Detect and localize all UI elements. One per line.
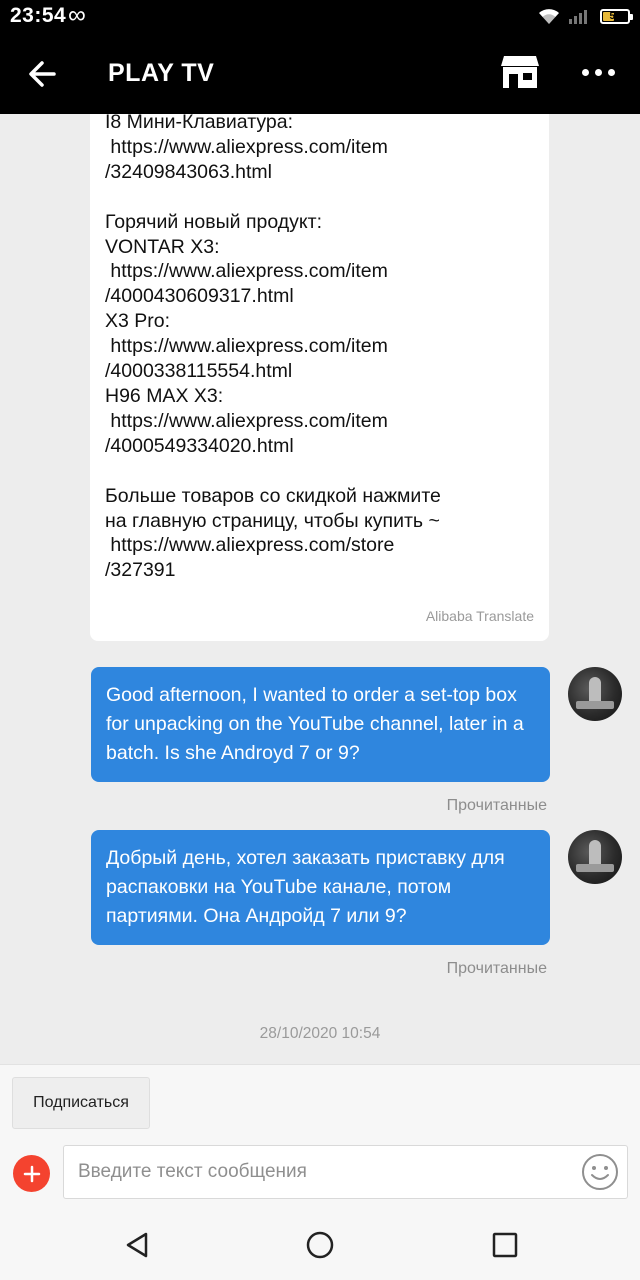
read-status: Прочитанные bbox=[446, 960, 547, 977]
message-timestamp: 28/10/2020 10:54 bbox=[259, 1025, 381, 1042]
back-arrow-icon[interactable] bbox=[24, 56, 60, 92]
outgoing-message-bubble: Добрый день, хотел заказать приставку дл… bbox=[91, 830, 550, 945]
status-time: 23:54 bbox=[10, 4, 67, 27]
battery-level: 50 bbox=[609, 10, 621, 22]
emoji-icon[interactable] bbox=[581, 1153, 619, 1191]
avatar[interactable] bbox=[568, 667, 622, 721]
status-icons: 50 bbox=[538, 5, 633, 27]
store-icon[interactable] bbox=[498, 50, 542, 94]
message-input-box[interactable] bbox=[63, 1145, 628, 1199]
plus-icon bbox=[23, 1165, 40, 1182]
message-list[interactable]: I8 Мини-Клавиатура: https://www.aliexpre… bbox=[0, 114, 640, 1064]
header-bar: 23:54 ∞ 50 PLAY TV bbox=[0, 0, 640, 114]
more-dots-icon[interactable] bbox=[576, 56, 620, 88]
nav-back-icon[interactable] bbox=[120, 1228, 154, 1262]
translate-note: Alibaba Translate bbox=[425, 608, 534, 624]
add-attachment-button[interactable] bbox=[13, 1155, 50, 1192]
read-status: Прочитанные bbox=[446, 797, 547, 814]
wifi-icon bbox=[539, 9, 559, 24]
page-title: PLAY TV bbox=[108, 59, 215, 87]
nav-home-icon[interactable] bbox=[303, 1228, 337, 1262]
signal-icon bbox=[569, 10, 587, 24]
chat-screen: 23:54 ∞ 50 PLAY TV I8 Мини-Клавиатура: h… bbox=[0, 0, 640, 1280]
composer-panel: Подписаться bbox=[0, 1064, 640, 1206]
message-input[interactable] bbox=[78, 1146, 558, 1198]
nav-recent-icon[interactable] bbox=[488, 1228, 522, 1262]
subscribe-button[interactable]: Подписаться bbox=[12, 1077, 150, 1129]
battery-icon: 50 bbox=[600, 8, 633, 24]
avatar[interactable] bbox=[568, 830, 622, 884]
infinity-icon: ∞ bbox=[68, 1, 86, 29]
system-nav-bar bbox=[0, 1206, 640, 1280]
outgoing-message-bubble: Good afternoon, I wanted to order a set-… bbox=[91, 667, 550, 782]
incoming-message-text: I8 Мини-Клавиатура: https://www.aliexpre… bbox=[105, 114, 441, 582]
